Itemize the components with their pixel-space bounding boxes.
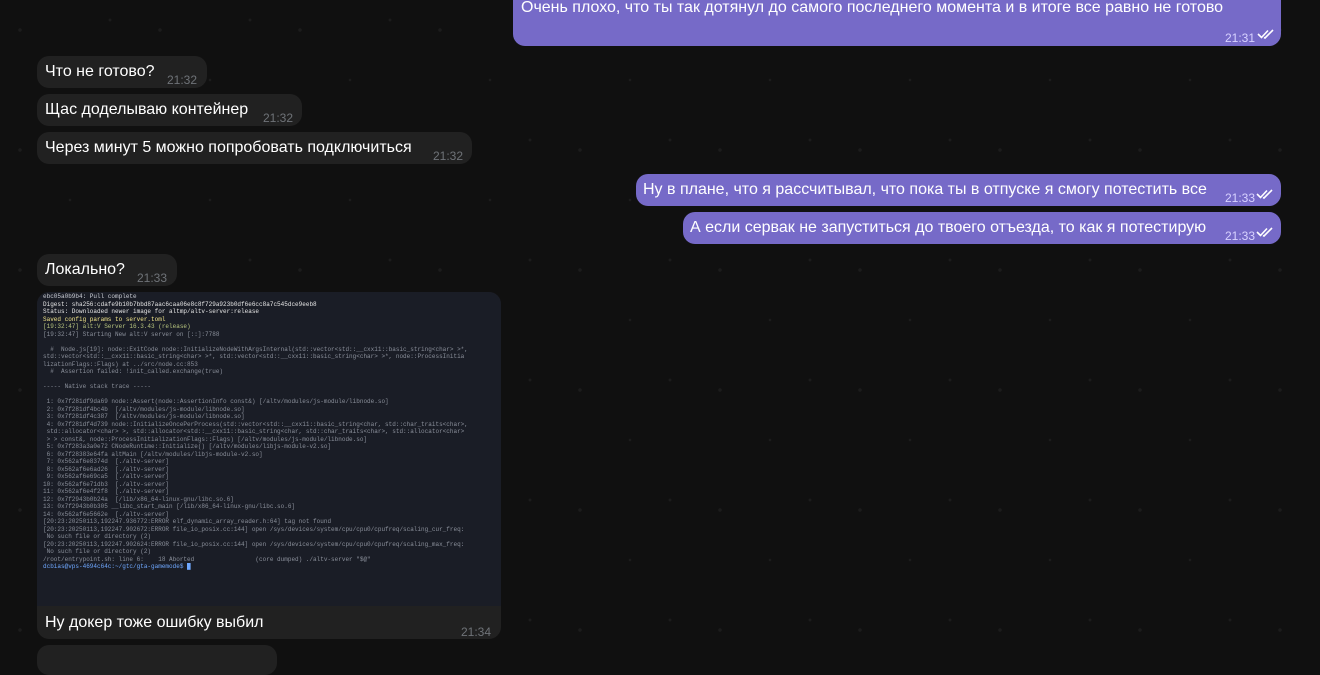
terminal-line: 10: 0x562af6e71db3 [./altv-server]: [43, 480, 170, 488]
message-time: 21:32: [167, 73, 198, 87]
terminal-line: 8: 0x562af6e6ad26 [./altv-server]: [43, 465, 170, 473]
terminal-line: [20:23:20250113,192247.902624:ERROR file…: [43, 540, 465, 548]
message-time: 21:32: [433, 149, 464, 163]
terminal-line: Saved config params to server.toml: [43, 315, 166, 323]
terminal-screenshot-image[interactable]: ebc05a0b9b4: Pull complete Digest: sha256…: [37, 292, 501, 606]
message-caption: Ну докер тоже ошибку выбил: [45, 614, 264, 631]
message-time: 21:33: [1225, 229, 1256, 243]
terminal-line: /root/entrypoint.sh: line 6: 18 Aborted …: [43, 555, 371, 563]
terminal-line: 11: 0x562af6e4f2f8 [./altv-server]: [43, 488, 170, 495]
terminal-line: [20:23:20250113,192247.902672:ERROR file…: [43, 525, 465, 533]
message-text: А если сервак не запуститься до твоего о…: [690, 219, 1207, 236]
terminal-line: No such file or directory (2): [43, 548, 152, 555]
message-text: Что не готово?: [45, 63, 155, 80]
message-incoming-partial[interactable]: [37, 645, 277, 675]
message-text: Ну в плане, что я рассчитывал, что пока …: [643, 181, 1207, 198]
message-incoming[interactable]: Через минут 5 можно попробовать подключи…: [37, 132, 472, 164]
terminal-line: > > const&, node::ProcessInitializationF…: [43, 435, 368, 443]
terminal-line: 12: 0x7f2943b0b24a [/lib/x86_64-linux-gn…: [43, 495, 234, 503]
message-incoming[interactable]: Локально? 21:33: [37, 254, 177, 286]
terminal-line: dcbias@vps-4694c64c:~/gtc/gta-gamemode$ …: [43, 563, 191, 570]
message-incoming[interactable]: Щас доделываю контейнер 21:32: [37, 94, 302, 126]
terminal-output: ebc05a0b9b4: Pull complete Digest: sha256…: [37, 292, 501, 572]
terminal-line: 6: 0x7f28383e64fa altMain [/altv/modules…: [43, 450, 263, 458]
terminal-line: std::allocator<char> >, std::allocator<s…: [43, 428, 465, 435]
message-time: 21:33: [137, 271, 168, 285]
message-text: Очень плохо, что ты так дотянул до самог…: [521, 0, 1224, 16]
terminal-line: 13: 0x7f2943b0b305 __libc_start_main [/l…: [43, 503, 296, 510]
terminal-line: lizationFlags::Flags) at ../src/node.cc:…: [43, 360, 198, 368]
terminal-line: std::vector<std::__cxx11::basic_string<c…: [43, 353, 465, 360]
terminal-line: Digest: sha256:cdafe9b10b7bbd87aac6caa06…: [43, 300, 317, 308]
terminal-line: [20:23:20250113,192247.936772:ERROR elf_…: [43, 518, 332, 525]
terminal-line: 14: 0x562af6e5662e [./altv-server]: [43, 510, 170, 518]
message-text: Щас доделываю контейнер: [45, 101, 249, 118]
message-time: 21:33: [1225, 191, 1256, 205]
terminal-line: ----- Native stack trace -----: [43, 383, 152, 390]
terminal-line: No such file or directory (2): [43, 533, 152, 540]
terminal-line: # Node.js[19]: node::ExitCode node::Init…: [43, 345, 468, 353]
terminal-line: [19:32:47] Starting New alt:V server on …: [43, 330, 220, 338]
terminal-line: 9: 0x562af6e69ca5 [./altv-server]: [43, 473, 170, 480]
terminal-line: 1: 0x7f281df9da69 node::Assert(node::Ass…: [43, 398, 389, 405]
message-time: 21:32: [263, 111, 294, 125]
message-text: Через минут 5 можно попробовать подключи…: [45, 139, 412, 156]
message-time: 21:34: [461, 625, 492, 639]
terminal-line: Status: Downloaded newer image for altmp…: [43, 308, 260, 315]
terminal-line: ebc05a0b9b4: Pull complete: [43, 293, 137, 300]
terminal-line: 7: 0x562af6e8374d [./altv-server]: [43, 458, 170, 465]
terminal-line: 5: 0x7f283a3a0e72 CNodeRuntime::Initiali…: [43, 443, 332, 450]
message-time: 21:31: [1225, 31, 1256, 45]
message-outgoing[interactable]: А если сервак не запуститься до твоего о…: [683, 212, 1281, 244]
terminal-line: 3: 0x7f281df4c387 [/altv/modules/js-modu…: [43, 413, 245, 420]
double-check-icon: [1256, 227, 1273, 237]
message-outgoing[interactable]: Очень плохо, что ты так дотянул до самог…: [513, 0, 1281, 46]
terminal-line: # Assertion failed: !init_called.exchang…: [43, 368, 224, 375]
terminal-line: 2: 0x7f281df4bc4b [/altv/modules/js-modu…: [43, 405, 245, 413]
message-outgoing[interactable]: Ну в плане, что я рассчитывал, что пока …: [636, 174, 1281, 206]
double-check-icon: [1256, 189, 1273, 199]
terminal-line: 4: 0x7f281df4d739 node::InitializeOncePe…: [43, 420, 468, 428]
double-check-icon: [1257, 29, 1274, 39]
message-incoming[interactable]: Что не готово? 21:32: [37, 56, 207, 88]
message-text: Локально?: [45, 261, 125, 278]
terminal-line: [19:32:47] alt:V Server 16.3.43 (release…: [43, 323, 191, 330]
